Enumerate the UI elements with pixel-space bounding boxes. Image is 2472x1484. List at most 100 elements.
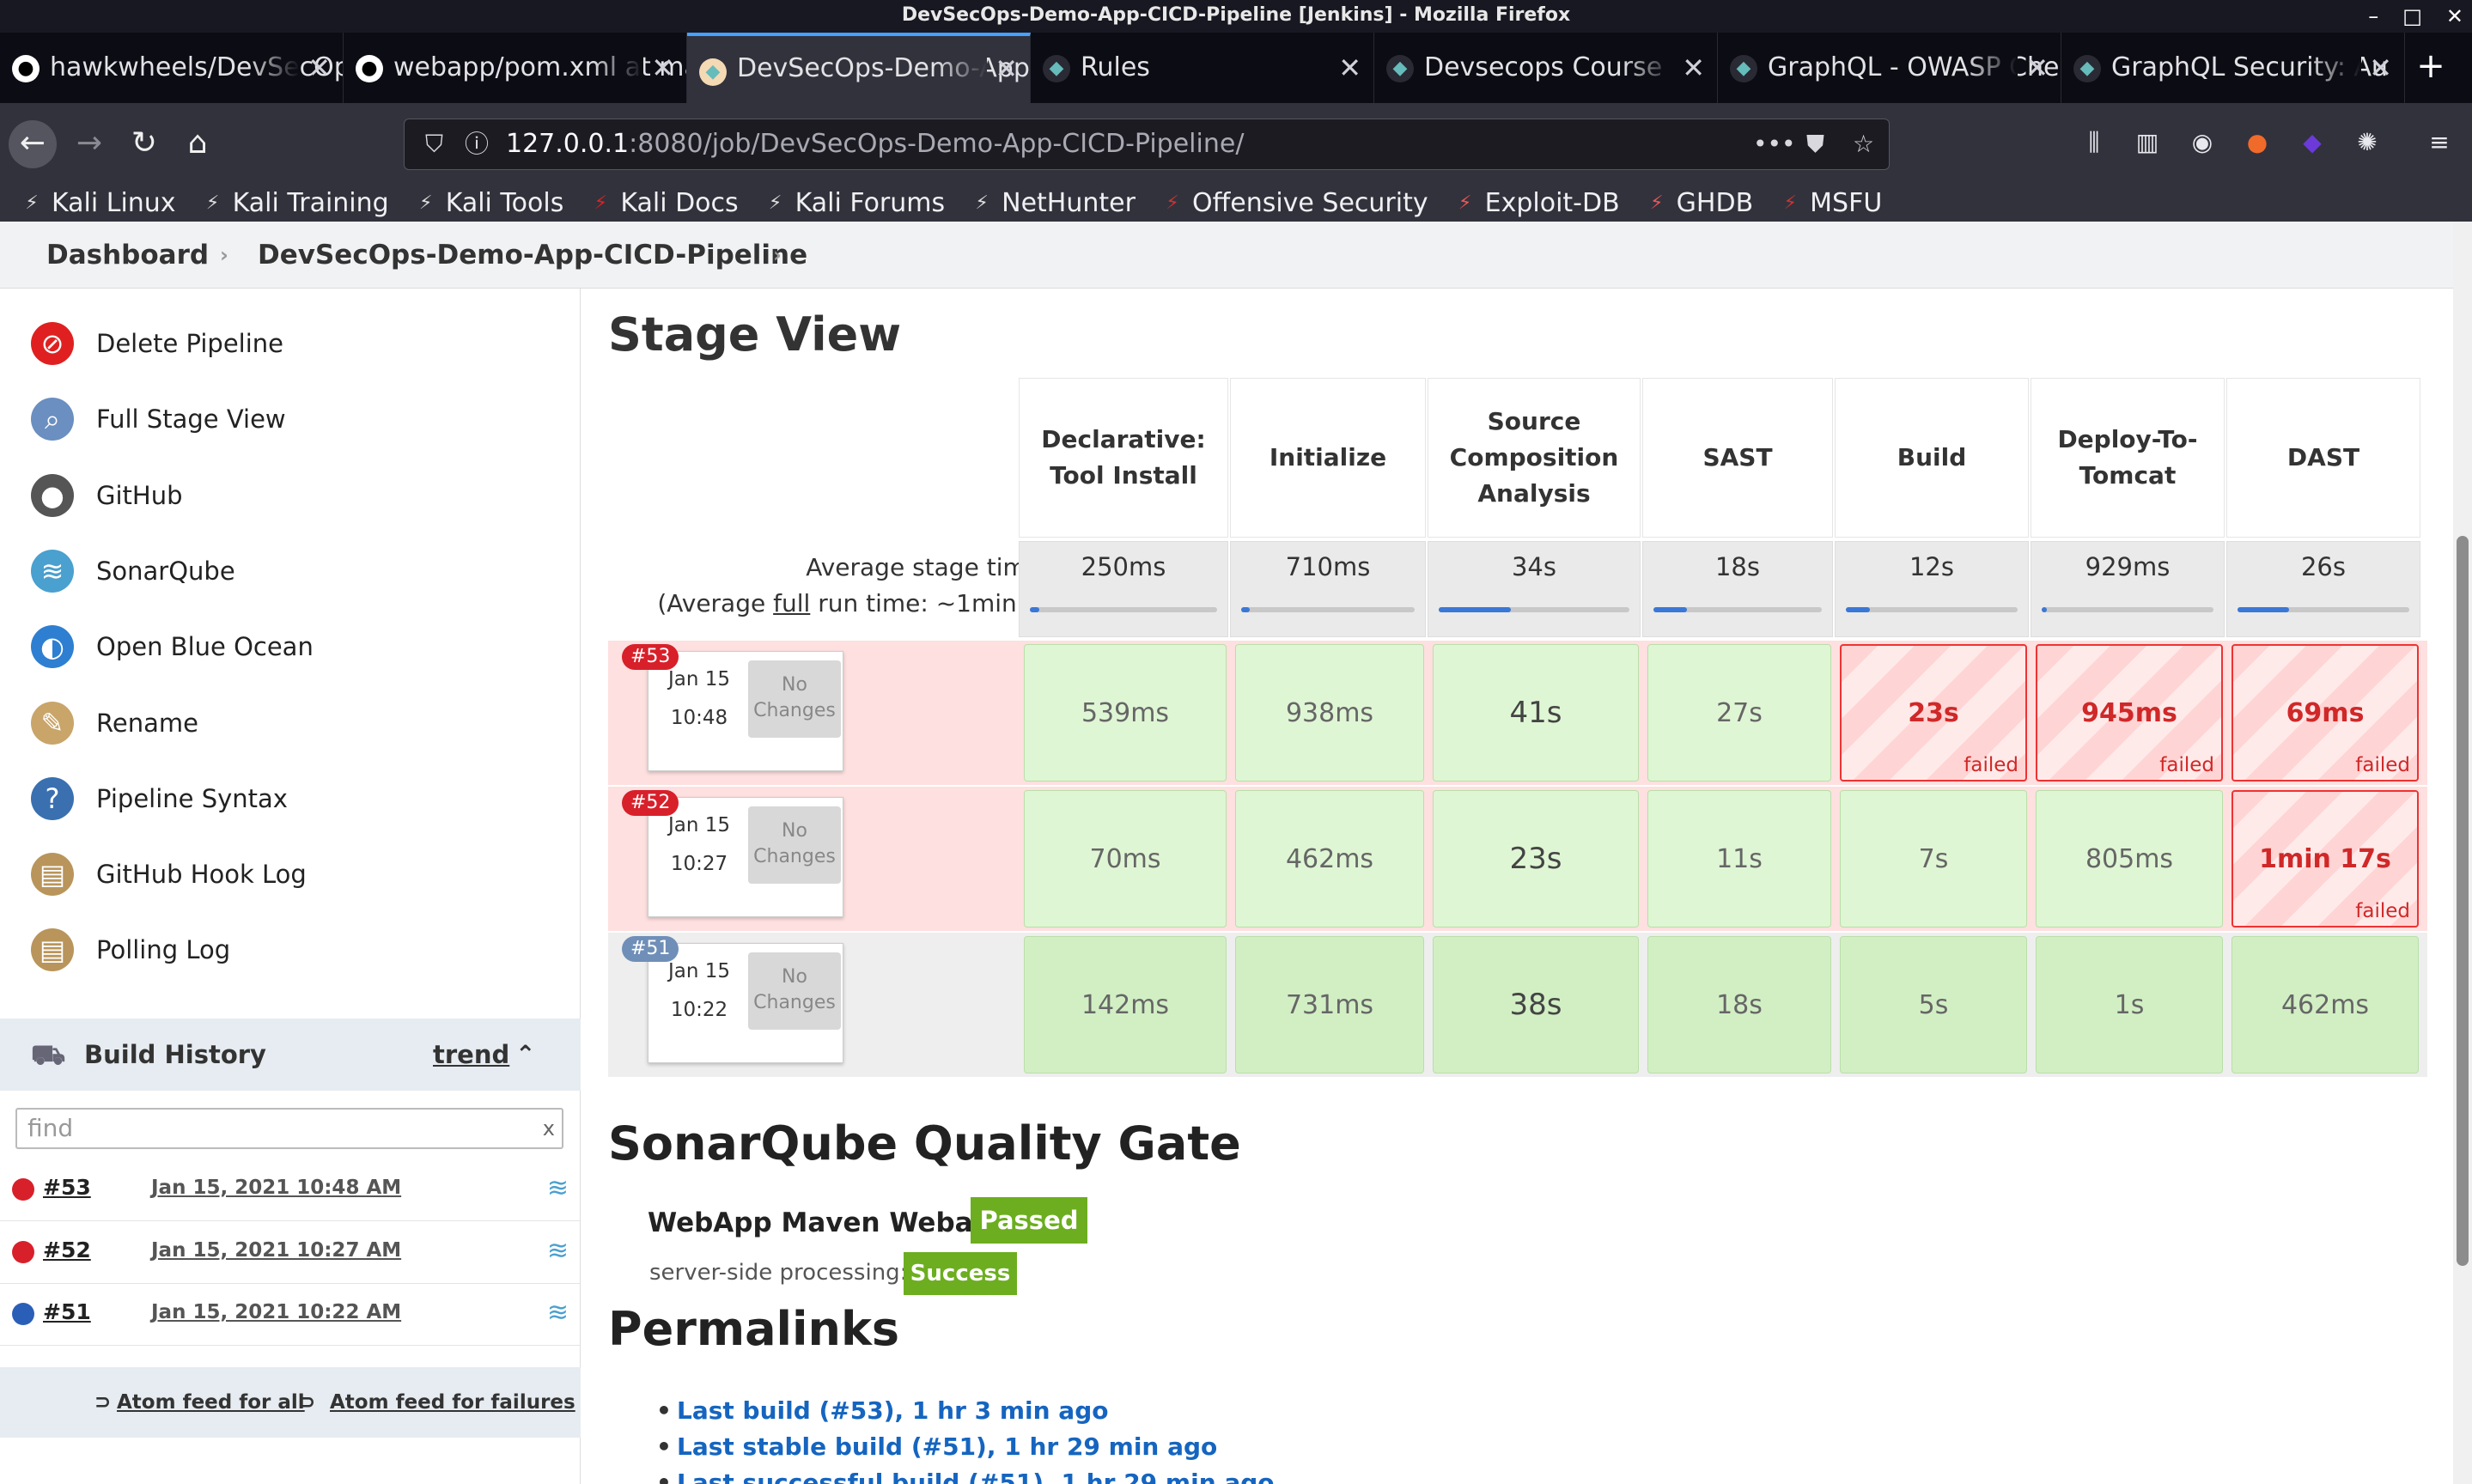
clear-search-icon[interactable]: x bbox=[543, 1110, 555, 1147]
sidebar-item-full-stage-view[interactable]: ⌕ Full Stage View bbox=[0, 381, 581, 457]
stage-cell[interactable]: 41s bbox=[1433, 644, 1639, 782]
scrollbar-thumb[interactable] bbox=[2457, 536, 2469, 1266]
build-number-link[interactable]: #51 bbox=[43, 1299, 91, 1324]
stage-cell[interactable]: 462ms bbox=[1235, 790, 1424, 928]
extension-diamond-icon[interactable]: ◆ bbox=[2295, 125, 2329, 160]
tab-2[interactable]: ◆ DevSecOps-Demo-App ✕ bbox=[687, 33, 1031, 103]
run-changes[interactable]: No Changes bbox=[748, 660, 841, 738]
build-search-input[interactable]: find x bbox=[15, 1108, 563, 1149]
stage-cell[interactable]: 38s bbox=[1433, 936, 1639, 1073]
stage-cell[interactable]: 731ms bbox=[1235, 936, 1424, 1073]
menu-icon[interactable]: ≡ bbox=[2422, 125, 2457, 160]
build-date-link[interactable]: Jan 15, 2021 10:48 AM bbox=[151, 1177, 401, 1199]
breadcrumb-job[interactable]: DevSecOps-Demo-App-CICD-Pipeline bbox=[258, 222, 807, 289]
bookmark-item[interactable]: ⚡ NetHunter bbox=[971, 186, 1136, 222]
bookmark-item[interactable]: ⚡ Kali Tools bbox=[415, 186, 563, 222]
minimize-icon[interactable]: – bbox=[2368, 4, 2378, 28]
close-tab-icon[interactable]: ✕ bbox=[995, 36, 1018, 101]
bookmark-item[interactable]: ⚡ GHDB bbox=[1646, 186, 1753, 222]
new-tab-button[interactable]: + bbox=[2405, 33, 2457, 103]
back-button[interactable]: ← bbox=[9, 120, 57, 168]
close-tab-icon[interactable]: ✕ bbox=[2025, 33, 2049, 103]
sidebar-icon[interactable]: ▥ bbox=[2130, 125, 2165, 160]
build-date-link[interactable]: Jan 15, 2021 10:22 AM bbox=[151, 1301, 401, 1323]
sonarqube-icon[interactable]: ≋ bbox=[547, 1236, 569, 1266]
sonarqube-icon[interactable]: ≋ bbox=[547, 1298, 569, 1328]
url-bar[interactable]: ⛉ ⓘ 127.0.0.1:8080/job/DevSecOps-Demo-Ap… bbox=[404, 119, 1890, 170]
sidebar-item-polling-log[interactable]: ▤ Polling Log bbox=[0, 912, 581, 988]
run-info[interactable]: Jan 15 10:22 No Changes bbox=[648, 943, 843, 1063]
close-tab-icon[interactable]: ✕ bbox=[2369, 33, 2392, 103]
scrollbar[interactable] bbox=[2453, 222, 2472, 1484]
stage-cell[interactable]: 539ms bbox=[1024, 644, 1227, 782]
forward-button[interactable]: → bbox=[65, 120, 113, 168]
sidebar-item-github-hook-log[interactable]: ▤ GitHub Hook Log bbox=[0, 836, 581, 912]
tab-1[interactable]: ●webapp/pom.xml at master✕ bbox=[344, 33, 687, 103]
bookmark-star-icon[interactable]: ☆ bbox=[1853, 119, 1874, 169]
atom-feed-failures-link[interactable]: Atom feed for failures bbox=[330, 1367, 575, 1438]
stage-cell[interactable]: 945ms failed bbox=[2036, 644, 2223, 782]
permalink[interactable]: Last successful build (#51), 1 hr 29 min… bbox=[656, 1469, 1275, 1484]
stage-cell[interactable]: 1min 17s failed bbox=[2231, 790, 2419, 928]
atom-feed-all-link[interactable]: Atom feed for all bbox=[117, 1367, 305, 1438]
sidebar-item-delete-pipeline[interactable]: ⊘ Delete Pipeline bbox=[0, 306, 581, 381]
close-tab-icon[interactable]: ✕ bbox=[307, 33, 331, 103]
close-window-icon[interactable]: ✕ bbox=[2446, 4, 2463, 28]
run-info[interactable]: Jan 15 10:27 No Changes bbox=[648, 797, 843, 917]
bookmark-item[interactable]: ⚡ MSFU bbox=[1779, 186, 1882, 222]
extension-fox-icon[interactable]: ● bbox=[2240, 125, 2274, 160]
avg-full-link[interactable]: full bbox=[773, 589, 810, 617]
permalink[interactable]: Last build (#53), 1 hr 3 min ago bbox=[656, 1396, 1109, 1425]
stage-cell[interactable]: 7s bbox=[1840, 790, 2027, 928]
maximize-icon[interactable]: □ bbox=[2402, 4, 2422, 28]
stage-cell[interactable]: 462ms bbox=[2231, 936, 2419, 1073]
stage-cell[interactable]: 69ms failed bbox=[2231, 644, 2419, 782]
breadcrumb-dropdown-icon[interactable]: › bbox=[773, 222, 782, 289]
reload-button[interactable]: ↻ bbox=[120, 120, 168, 168]
stage-cell[interactable]: 11s bbox=[1647, 790, 1831, 928]
sidebar-item-sonarqube[interactable]: ≋ SonarQube bbox=[0, 533, 581, 609]
run-changes[interactable]: No Changes bbox=[748, 952, 841, 1030]
sidebar-item-pipeline-syntax[interactable]: ? Pipeline Syntax bbox=[0, 761, 581, 836]
sidebar-item-github[interactable]: ● GitHub bbox=[0, 458, 581, 533]
stage-cell[interactable]: 23s bbox=[1433, 790, 1639, 928]
sonarqube-icon[interactable]: ≋ bbox=[547, 1173, 569, 1203]
account-icon[interactable]: ◉ bbox=[2185, 125, 2219, 160]
trend-link[interactable]: trend bbox=[433, 1019, 509, 1091]
tab-5[interactable]: ◆ GraphQL - OWASP Cheat ✕ bbox=[1718, 33, 2061, 103]
pocket-icon[interactable]: ⛊ bbox=[1806, 119, 1824, 169]
bookmark-item[interactable]: ⚡ Kali Training bbox=[202, 186, 389, 222]
run-number-badge[interactable]: #51 bbox=[622, 936, 679, 962]
stage-cell[interactable]: 70ms bbox=[1024, 790, 1227, 928]
run-number-badge[interactable]: #52 bbox=[622, 790, 679, 816]
build-number-link[interactable]: #52 bbox=[43, 1238, 91, 1262]
page-actions-icon[interactable]: ••• bbox=[1753, 119, 1796, 169]
tab-3[interactable]: ◆ Rules ✕ bbox=[1031, 33, 1374, 103]
home-button[interactable]: ⌂ bbox=[174, 120, 222, 168]
library-icon[interactable]: ⫼ bbox=[2077, 125, 2111, 160]
stage-cell[interactable]: 18s bbox=[1647, 936, 1831, 1073]
tab-6[interactable]: ◆ GraphQL Security: Au ✕ bbox=[2061, 33, 2405, 103]
run-number-badge[interactable]: #53 bbox=[622, 644, 679, 670]
stage-cell[interactable]: 1s bbox=[2036, 936, 2223, 1073]
stage-cell[interactable]: 5s bbox=[1840, 936, 2027, 1073]
bookmark-item[interactable]: ⚡ Kali Linux bbox=[21, 186, 175, 222]
bookmark-item[interactable]: ⚡ Kali Forums bbox=[764, 186, 945, 222]
stage-cell[interactable]: 805ms bbox=[2036, 790, 2223, 928]
build-date-link[interactable]: Jan 15, 2021 10:27 AM bbox=[151, 1239, 401, 1262]
tab-0[interactable]: ● hawkwheels/DevSecOps ✕ bbox=[0, 33, 344, 103]
stage-cell[interactable]: 23s failed bbox=[1840, 644, 2027, 782]
tab-4[interactable]: ◆ Devsecops Course ✕ bbox=[1374, 33, 1718, 103]
permalink[interactable]: Last stable build (#51), 1 hr 29 min ago bbox=[656, 1432, 1217, 1461]
stage-cell[interactable]: 27s bbox=[1647, 644, 1831, 782]
extension-cookie-icon[interactable]: ✺ bbox=[2350, 125, 2384, 160]
stage-cell[interactable]: 938ms bbox=[1235, 644, 1424, 782]
stage-cell[interactable]: 142ms bbox=[1024, 936, 1227, 1073]
close-tab-icon[interactable]: ✕ bbox=[651, 33, 674, 103]
run-changes[interactable]: No Changes bbox=[748, 806, 841, 884]
breadcrumb-dashboard[interactable]: Dashboard bbox=[46, 222, 209, 289]
bookmark-item[interactable]: ⚡ Offensive Security bbox=[1161, 186, 1428, 222]
shield-icon[interactable]: ⛉ bbox=[425, 119, 443, 169]
bookmark-item[interactable]: ⚡ Exploit-DB bbox=[1454, 186, 1620, 222]
close-tab-icon[interactable]: ✕ bbox=[1682, 33, 1705, 103]
